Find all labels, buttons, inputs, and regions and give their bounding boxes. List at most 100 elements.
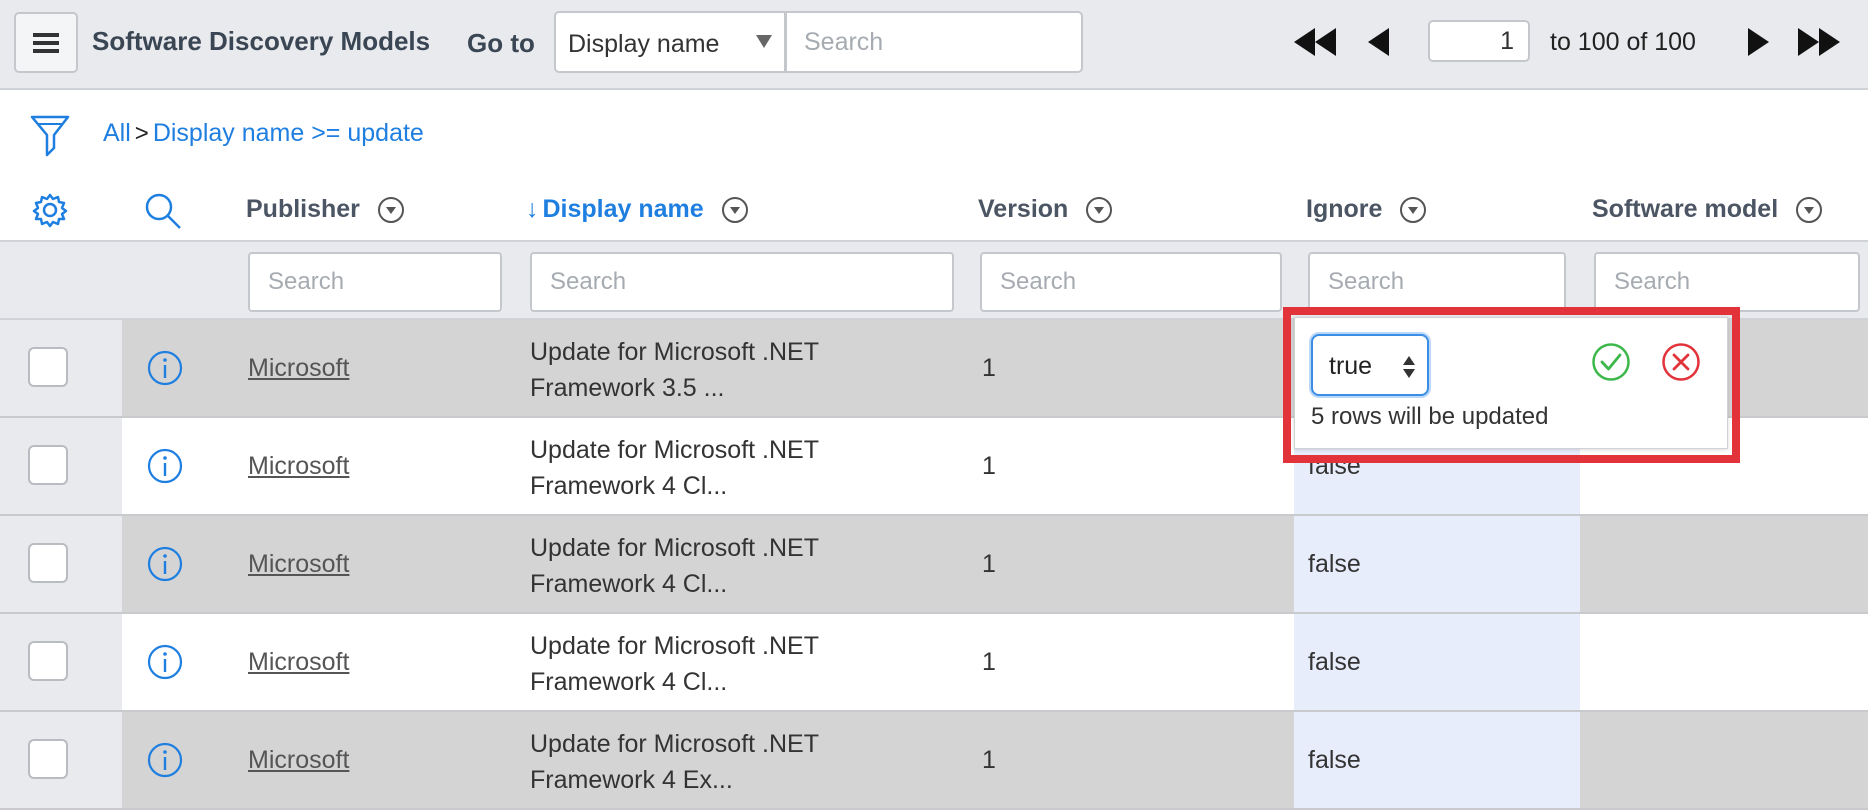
- column-label: Version: [978, 195, 1069, 223]
- goto-label: Go to: [467, 28, 535, 58]
- info-icon: [147, 742, 183, 778]
- close-circle-icon: [1662, 343, 1700, 381]
- preview-record-button[interactable]: [146, 447, 184, 490]
- gear-icon: [32, 193, 68, 228]
- sort-descending-icon: ↓: [526, 195, 539, 223]
- software-model-search-input[interactable]: [1594, 252, 1860, 312]
- last-page-button[interactable]: [1798, 26, 1840, 58]
- table-row[interactable]: Microsoft Update for Microsoft .NET Fram…: [0, 712, 1868, 810]
- row-select-cell: [0, 418, 122, 514]
- column-label: Software model: [1592, 195, 1779, 223]
- breadcrumb-all[interactable]: All: [103, 119, 131, 148]
- row-select-cell: [0, 320, 122, 416]
- menu-button[interactable]: [14, 12, 78, 73]
- ignore-value-select[interactable]: true: [1311, 334, 1429, 396]
- row-checkbox[interactable]: [28, 739, 68, 779]
- column-label: Display name: [542, 195, 704, 223]
- ignore-cell[interactable]: false: [1294, 712, 1580, 808]
- chevron-down-icon[interactable]: [1086, 196, 1113, 223]
- column-header-software-model[interactable]: Software model: [1592, 195, 1823, 224]
- goto-field-select[interactable]: Display name: [554, 11, 786, 73]
- version-search-input[interactable]: [980, 252, 1282, 312]
- search-icon: [145, 193, 181, 229]
- preview-record-button[interactable]: [146, 349, 184, 392]
- publisher-link[interactable]: Microsoft: [248, 648, 349, 677]
- publisher-search-input[interactable]: [248, 252, 502, 312]
- select-down-arrow-icon: [1403, 369, 1415, 378]
- funnel-icon: [30, 115, 70, 157]
- ignore-value: false: [1308, 746, 1361, 774]
- column-header-version[interactable]: Version: [978, 195, 1113, 224]
- preview-record-button[interactable]: [146, 643, 184, 686]
- checkmark-circle-icon: [1592, 343, 1630, 381]
- display-name-cell: Update for Microsoft .NET Framework 4 Cl…: [530, 632, 819, 696]
- chevron-down-icon[interactable]: [1400, 196, 1427, 223]
- column-header-ignore[interactable]: Ignore: [1306, 195, 1427, 224]
- last-page-icon: [1798, 28, 1840, 56]
- ignore-search-input[interactable]: [1308, 252, 1566, 312]
- column-label: Ignore: [1306, 195, 1383, 223]
- row-checkbox[interactable]: [28, 445, 68, 485]
- display-name-search-input[interactable]: [530, 252, 954, 312]
- ignore-cell[interactable]: false: [1294, 516, 1580, 612]
- previous-page-icon: [1368, 28, 1389, 56]
- list-header: Software Discovery Models Go to Display …: [0, 0, 1868, 90]
- chevron-down-icon[interactable]: [1796, 196, 1823, 223]
- chevron-down-icon[interactable]: [721, 196, 748, 223]
- version-cell: 1: [982, 354, 996, 382]
- goto-field-value: Display name: [568, 30, 720, 58]
- goto-search-input[interactable]: [785, 11, 1083, 73]
- toggle-search-button[interactable]: [144, 192, 182, 235]
- row-checkbox[interactable]: [28, 543, 68, 583]
- breadcrumb-condition[interactable]: Display name >= update: [153, 119, 424, 148]
- ignore-select-value: true: [1329, 352, 1373, 380]
- publisher-link[interactable]: Microsoft: [248, 550, 349, 579]
- version-cell: 1: [982, 550, 996, 578]
- publisher-link[interactable]: Microsoft: [248, 746, 349, 775]
- version-cell: 1: [982, 648, 996, 676]
- first-page-icon: [1294, 28, 1336, 56]
- table-row[interactable]: Microsoft Update for Microsoft .NET Fram…: [0, 614, 1868, 712]
- row-checkbox[interactable]: [28, 347, 68, 387]
- chevron-down-icon[interactable]: [377, 196, 404, 223]
- version-cell: 1: [982, 746, 996, 774]
- info-icon: [147, 546, 183, 582]
- rows-affected-message: 5 rows will be updated: [1311, 403, 1549, 430]
- breadcrumb-separator: >: [134, 120, 149, 147]
- table-row[interactable]: Microsoft Update for Microsoft .NET Fram…: [0, 516, 1868, 614]
- version-cell: 1: [982, 452, 996, 480]
- first-page-button[interactable]: [1294, 26, 1336, 58]
- cancel-edit-button[interactable]: [1661, 342, 1701, 387]
- info-icon: [147, 350, 183, 386]
- personalize-list-button[interactable]: [32, 192, 68, 233]
- column-label: Publisher: [246, 195, 360, 223]
- next-page-icon: [1748, 28, 1769, 56]
- ignore-value: false: [1308, 550, 1361, 578]
- publisher-link[interactable]: Microsoft: [248, 354, 349, 383]
- previous-page-button[interactable]: [1368, 26, 1389, 58]
- preview-record-button[interactable]: [146, 741, 184, 784]
- display-name-cell: Update for Microsoft .NET Framework 4 Cl…: [530, 534, 819, 598]
- column-header-publisher[interactable]: Publisher: [246, 195, 404, 224]
- info-icon: [147, 644, 183, 680]
- column-header-display-name[interactable]: ↓ Display name: [526, 195, 748, 224]
- row-checkbox[interactable]: [28, 641, 68, 681]
- row-select-cell: [0, 516, 122, 612]
- publisher-link[interactable]: Microsoft: [248, 452, 349, 481]
- display-name-cell: Update for Microsoft .NET Framework 3.5 …: [530, 338, 819, 402]
- preview-record-button[interactable]: [146, 545, 184, 588]
- hamburger-icon: [33, 32, 59, 53]
- display-name-cell: Update for Microsoft .NET Framework 4 Ex…: [530, 730, 819, 794]
- next-page-button[interactable]: [1748, 26, 1769, 58]
- ignore-cell[interactable]: false: [1294, 614, 1580, 710]
- filter-toggle[interactable]: [30, 114, 70, 163]
- page-title: Software Discovery Models: [92, 26, 431, 56]
- info-icon: [147, 448, 183, 484]
- save-edit-button[interactable]: [1591, 342, 1631, 387]
- breadcrumb: All > Display name >= update: [103, 119, 424, 148]
- page-number-input[interactable]: [1428, 20, 1530, 62]
- ignore-value: false: [1308, 648, 1361, 676]
- display-name-cell: Update for Microsoft .NET Framework 4 Cl…: [530, 436, 819, 500]
- row-select-cell: [0, 614, 122, 710]
- select-up-arrow-icon: [1403, 356, 1415, 365]
